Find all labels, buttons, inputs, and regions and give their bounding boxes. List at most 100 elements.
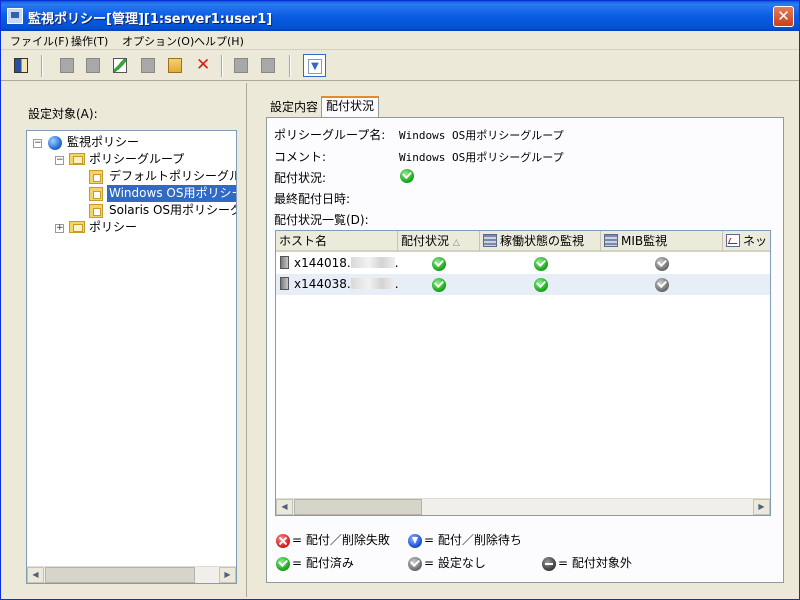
column-header-network[interactable]: ネッ (723, 231, 770, 251)
tree-item-policy-group[interactable]: ポリシーグループ (87, 151, 186, 168)
monitor-icon (483, 234, 497, 247)
column-header-uptime-monitor[interactable]: 稼働状態の監視 (480, 231, 601, 251)
menu-operation[interactable]: 操作(T) (71, 33, 108, 49)
column-header-label: MIB監視 (621, 234, 668, 248)
legend-excluded: = 配付対象外 (542, 554, 632, 571)
menu-bar: ファイル(F) 操作(T) オプション(O) ヘルプ(H) (1, 31, 799, 50)
tree-item-label: ポリシー (89, 220, 138, 234)
tree-expander-policy[interactable]: − (33, 139, 42, 148)
sort-ascending-icon: △ (452, 238, 460, 248)
menu-file[interactable]: ファイル(F) (10, 33, 69, 49)
menu-help[interactable]: ヘルプ(H) (194, 33, 244, 49)
scroll-right-arrow[interactable]: ▶ (219, 567, 236, 583)
distribution-list-label: 配付状況一覧(D): (274, 213, 369, 227)
mib-monitor-cell (601, 253, 723, 274)
undistribute-button[interactable] (257, 54, 280, 77)
duplicate-button[interactable] (164, 54, 187, 77)
policy-tree[interactable]: − 監視ポリシー − ポリシーグループ デフォルトポリシーグル Windows … (26, 130, 237, 584)
tab-distribution-status[interactable]: 配付状況 (321, 96, 380, 118)
exit-button[interactable] (10, 54, 33, 77)
tree-item-default-group[interactable]: デフォルトポリシーグル (107, 168, 236, 185)
toolbar-separator (41, 55, 43, 77)
window-title: 監視ポリシー[管理][1:server1:user1] (28, 12, 273, 27)
distribute-button[interactable] (230, 54, 253, 77)
uptime-monitor-cell (480, 274, 601, 295)
last-distribution-label: 最終配付日時: (274, 192, 351, 206)
scroll-thumb[interactable] (294, 499, 422, 515)
column-header-label: ネッ (743, 234, 768, 248)
delete-button[interactable]: ✕ (192, 54, 215, 77)
scroll-left-arrow[interactable]: ◀ (27, 567, 44, 583)
expand-button[interactable]: ▼ (303, 54, 326, 77)
duplicate-icon (168, 58, 182, 73)
distributed-check-icon (432, 277, 446, 292)
tree-item-windows-group[interactable]: Windows OS用ポリシーグ (107, 185, 236, 202)
scroll-left-arrow[interactable]: ◀ (276, 499, 293, 515)
not-configured-icon (408, 556, 422, 571)
scroll-thumb[interactable] (45, 567, 195, 583)
edit-pencil-icon (113, 58, 127, 73)
host-cell: x144038.... (276, 274, 398, 295)
tree-item-label: ポリシーグループ (89, 152, 185, 166)
column-header-mib-monitor[interactable]: MIB監視 (601, 231, 723, 251)
globe-icon (48, 136, 62, 150)
column-header-label: 配付状況 (401, 234, 450, 248)
distributed-check-icon (432, 256, 446, 271)
policy-group-name-value: Windows OS用ポリシーグループ (399, 129, 564, 142)
column-header-host[interactable]: ホスト名 (276, 231, 398, 251)
server-icon (280, 256, 289, 269)
delete-x-icon: ✕ (196, 55, 211, 75)
distribution-status-cell (398, 274, 480, 295)
tree-item-label: Windows OS用ポリシーグ (107, 185, 236, 202)
toolbar-separator (289, 55, 291, 77)
comment-label: コメント: (274, 150, 327, 164)
scroll-right-arrow[interactable]: ▶ (753, 499, 770, 515)
left-panel: 設定対象(A): − 監視ポリシー − ポリシーグループ デフォルトポリシーグル… (1, 83, 247, 597)
grid-horizontal-scrollbar[interactable]: ◀ ▶ (276, 498, 770, 515)
column-header-label: ホスト名 (279, 234, 328, 248)
tree-item-policy[interactable]: ポリシー (87, 219, 139, 236)
table-row[interactable]: x144038.... (276, 274, 770, 295)
distribution-status-cell (398, 253, 480, 274)
mib-monitor-cell (601, 274, 723, 295)
comment-value: Windows OS用ポリシーグループ (399, 151, 564, 164)
table-row[interactable]: x144018.... (276, 253, 770, 274)
host-name: x144038. (294, 277, 351, 291)
uptime-monitor-cell (480, 253, 601, 274)
tree-horizontal-scrollbar[interactable]: ◀ ▶ (27, 566, 236, 583)
column-header-distribution[interactable]: 配付状況 △ (398, 231, 480, 251)
toolbar-separator (221, 55, 223, 77)
distribution-status-value (400, 168, 414, 183)
edit-button[interactable] (109, 54, 132, 77)
close-button[interactable]: ✕ (773, 6, 794, 27)
tree-item-solaris-group[interactable]: Solaris OS用ポリシーグ (107, 202, 236, 219)
print-icon (141, 58, 155, 73)
legend-failed: = 配付／削除失敗 (276, 531, 390, 548)
distributed-check-icon (533, 256, 548, 271)
distributed-check-icon (276, 556, 290, 571)
right-panel: 設定内容 配付状況 ポリシーグループ名: Windows OS用ポリシーグループ… (251, 83, 797, 597)
legend-pending: = 配付／削除待ち (408, 531, 522, 548)
tree-expander-policy-group[interactable]: − (55, 156, 64, 165)
distribution-status-grid[interactable]: ホスト名 配付状況 △ 稼働状態の監視 MIB監視 ネッ x144018.... (275, 230, 771, 516)
title-bar[interactable]: 監視ポリシー[管理][1:server1:user1] ✕ (1, 1, 799, 31)
masked-host-text (350, 278, 395, 289)
copy-button[interactable] (82, 54, 105, 77)
legend-text: = 配付対象外 (558, 556, 632, 570)
folder-icon (69, 221, 85, 233)
tree-expander-policy-list[interactable]: + (55, 224, 64, 233)
tab-settings[interactable]: 設定内容 (266, 99, 322, 118)
menu-options[interactable]: オプション(O) (122, 33, 194, 49)
print-button[interactable] (137, 54, 160, 77)
legend-not-configured: = 設定なし (408, 554, 486, 571)
new-button[interactable] (56, 54, 79, 77)
distribute-icon (234, 58, 248, 73)
legend-text: = 配付／削除失敗 (292, 533, 390, 547)
new-document-icon (60, 58, 74, 73)
legend-text: = 配付済み (292, 556, 354, 570)
copy-document-icon (86, 58, 100, 73)
policy-window: 監視ポリシー[管理][1:server1:user1] ✕ ファイル(F) 操作… (0, 0, 800, 600)
host-cell: x144018.... (276, 253, 398, 274)
legend-text: = 設定なし (424, 556, 486, 570)
tree-item-policy-root[interactable]: 監視ポリシー (65, 134, 141, 151)
